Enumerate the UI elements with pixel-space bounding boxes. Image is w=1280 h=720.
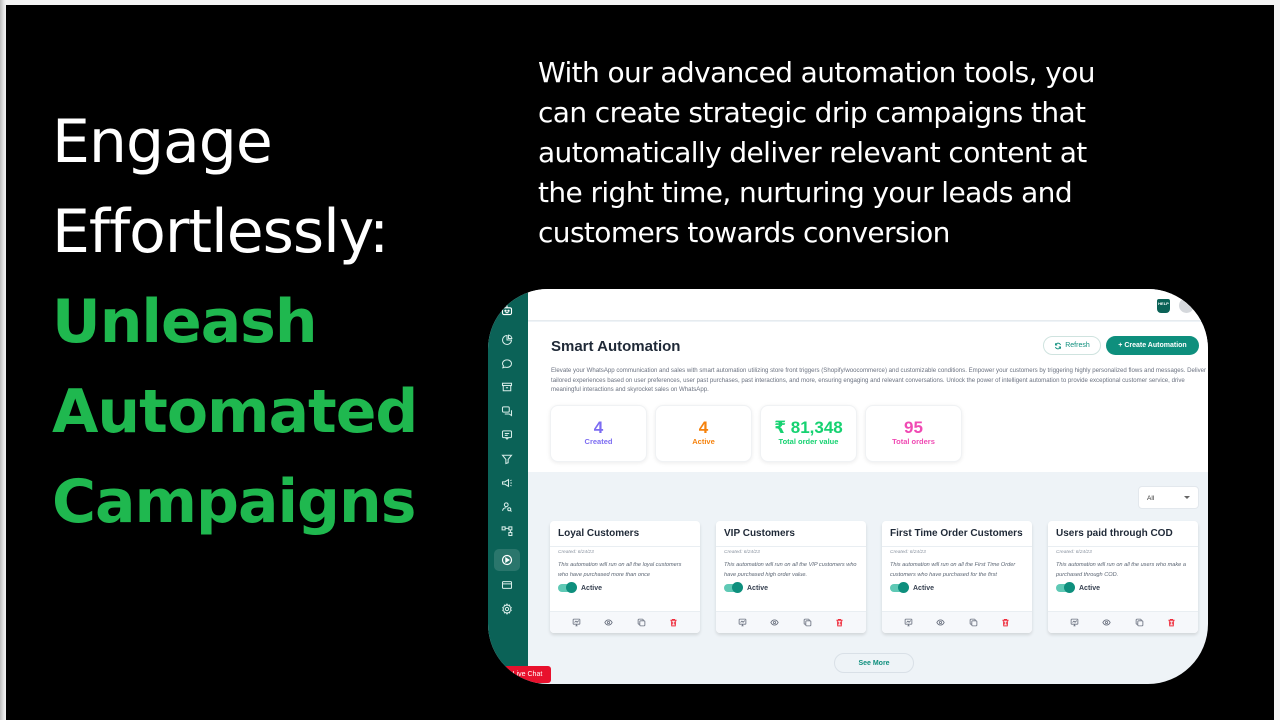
- automation-header-section: Smart Automation Refresh + Create Automa…: [528, 322, 1208, 472]
- toggle-label: Active: [913, 584, 935, 592]
- analytics-icon[interactable]: [904, 618, 913, 627]
- automation-card[interactable]: VIP Customers Created: 6/24/23 This auto…: [716, 521, 866, 633]
- analytics-icon[interactable]: [496, 331, 518, 349]
- stat-created: 4 Created: [550, 405, 647, 462]
- avatar[interactable]: [1179, 298, 1194, 313]
- active-toggle[interactable]: [890, 582, 909, 593]
- page-title: Smart Automation: [551, 338, 681, 355]
- duplicate-icon[interactable]: [803, 618, 812, 627]
- headline-line: Engage: [52, 107, 273, 177]
- card-actions: [882, 611, 1032, 633]
- card-title: Loyal Customers: [550, 521, 700, 547]
- headline-accent-line: Campaigns: [52, 467, 416, 537]
- analytics-icon[interactable]: [738, 618, 747, 627]
- stat-label: Total order value: [778, 437, 839, 446]
- view-icon[interactable]: [1102, 618, 1111, 627]
- delete-icon[interactable]: [835, 618, 844, 627]
- live-chat-button[interactable]: Live Chat: [504, 666, 551, 683]
- stat-value: ₹ 81,348: [774, 418, 843, 437]
- card-created-date: Created: 6/24/23: [1056, 550, 1092, 555]
- page-description: Elevate your WhatsApp communication and …: [551, 367, 1207, 393]
- stat-value: 4: [698, 418, 709, 437]
- toggle-label: Active: [747, 584, 769, 592]
- card-actions: [1048, 611, 1198, 633]
- view-icon[interactable]: [770, 618, 779, 627]
- card-title: First Time Order Customers: [882, 521, 1032, 547]
- delete-icon[interactable]: [1167, 618, 1176, 627]
- automation-play-icon[interactable]: [494, 549, 520, 571]
- card-created-date: Created: 6/24/23: [890, 550, 926, 555]
- chat-icon[interactable]: [496, 355, 518, 373]
- bot-logo-icon[interactable]: [496, 301, 518, 319]
- contacts-icon[interactable]: [496, 498, 518, 516]
- automation-cards: Loyal Customers Created: 6/24/23 This au…: [550, 521, 1198, 633]
- stat-value: 95: [904, 418, 923, 437]
- analytics-icon[interactable]: [1070, 618, 1079, 627]
- card-created-date: Created: 6/24/23: [558, 550, 594, 555]
- conversations-icon[interactable]: [496, 402, 518, 420]
- card-description: This automation will run on all the VIP …: [724, 562, 857, 578]
- top-bar: HELP: [528, 289, 1208, 321]
- archive-icon[interactable]: [496, 378, 518, 396]
- card-description: This automation will run on all the Firs…: [890, 562, 1016, 578]
- chevron-down-icon: [1184, 496, 1190, 499]
- delete-icon[interactable]: [669, 618, 678, 627]
- stat-label: Total orders: [892, 437, 935, 446]
- card-description: This automation will run on all the loya…: [558, 562, 682, 578]
- sidebar: [488, 289, 528, 684]
- card-created-date: Created: 6/24/23: [724, 550, 760, 555]
- headline-line: Effortlessly:: [52, 197, 389, 267]
- refresh-icon: [1055, 342, 1062, 349]
- refresh-label: Refresh: [1065, 342, 1090, 349]
- card-title: Users paid through COD: [1048, 521, 1198, 547]
- promo-slide: Engage Effortlessly: Unleash Automated C…: [6, 5, 1274, 720]
- stat-total-order-value: ₹ 81,348 Total order value: [760, 405, 857, 462]
- filter-value: All: [1147, 495, 1155, 502]
- app-screenshot: HELP Smart Automation Refresh + Create A…: [488, 289, 1208, 684]
- headline: Engage Effortlessly: Unleash Automated C…: [52, 97, 418, 547]
- card-description: This automation will run on all the user…: [1056, 562, 1186, 578]
- blurb-text: With our advanced automation tools, you …: [538, 56, 1096, 249]
- refresh-button[interactable]: Refresh: [1043, 336, 1101, 355]
- duplicate-icon[interactable]: [637, 618, 646, 627]
- automation-card[interactable]: Loyal Customers Created: 6/24/23 This au…: [550, 521, 700, 633]
- help-icon[interactable]: HELP: [1157, 299, 1170, 313]
- card-title: VIP Customers: [716, 521, 866, 547]
- toggle-label: Active: [1079, 584, 1101, 592]
- analytics-icon[interactable]: [572, 618, 581, 627]
- duplicate-icon[interactable]: [969, 618, 978, 627]
- settings-icon[interactable]: [496, 600, 518, 618]
- automation-card[interactable]: First Time Order Customers Created: 6/24…: [882, 521, 1032, 633]
- stat-active: 4 Active: [655, 405, 752, 462]
- stat-label: Active: [692, 437, 715, 446]
- headline-accent-line: Unleash: [52, 287, 318, 357]
- card-actions: [716, 611, 866, 633]
- card-actions: [550, 611, 700, 633]
- automation-card[interactable]: Users paid through COD Created: 6/24/23 …: [1048, 521, 1198, 633]
- active-toggle[interactable]: [1056, 582, 1075, 593]
- view-icon[interactable]: [604, 618, 613, 627]
- view-icon[interactable]: [936, 618, 945, 627]
- megaphone-icon[interactable]: [496, 474, 518, 492]
- stat-total-orders: 95 Total orders: [865, 405, 962, 462]
- headline-accent-line: Automated: [52, 377, 418, 447]
- stat-value: 4: [593, 418, 604, 437]
- stats-row: 4 Created 4 Active ₹ 81,348 Total order …: [550, 405, 962, 462]
- status-filter-select[interactable]: All: [1138, 486, 1199, 509]
- create-automation-button[interactable]: + Create Automation: [1106, 336, 1199, 355]
- billing-card-icon[interactable]: [496, 576, 518, 594]
- duplicate-icon[interactable]: [1135, 618, 1144, 627]
- stat-label: Created: [584, 437, 613, 446]
- message-icon[interactable]: [496, 426, 518, 444]
- toggle-label: Active: [581, 584, 603, 592]
- delete-icon[interactable]: [1001, 618, 1010, 627]
- filter-icon[interactable]: [496, 450, 518, 468]
- active-toggle[interactable]: [558, 582, 577, 593]
- flow-icon[interactable]: [496, 522, 518, 540]
- active-toggle[interactable]: [724, 582, 743, 593]
- see-more-button[interactable]: See More: [834, 653, 914, 673]
